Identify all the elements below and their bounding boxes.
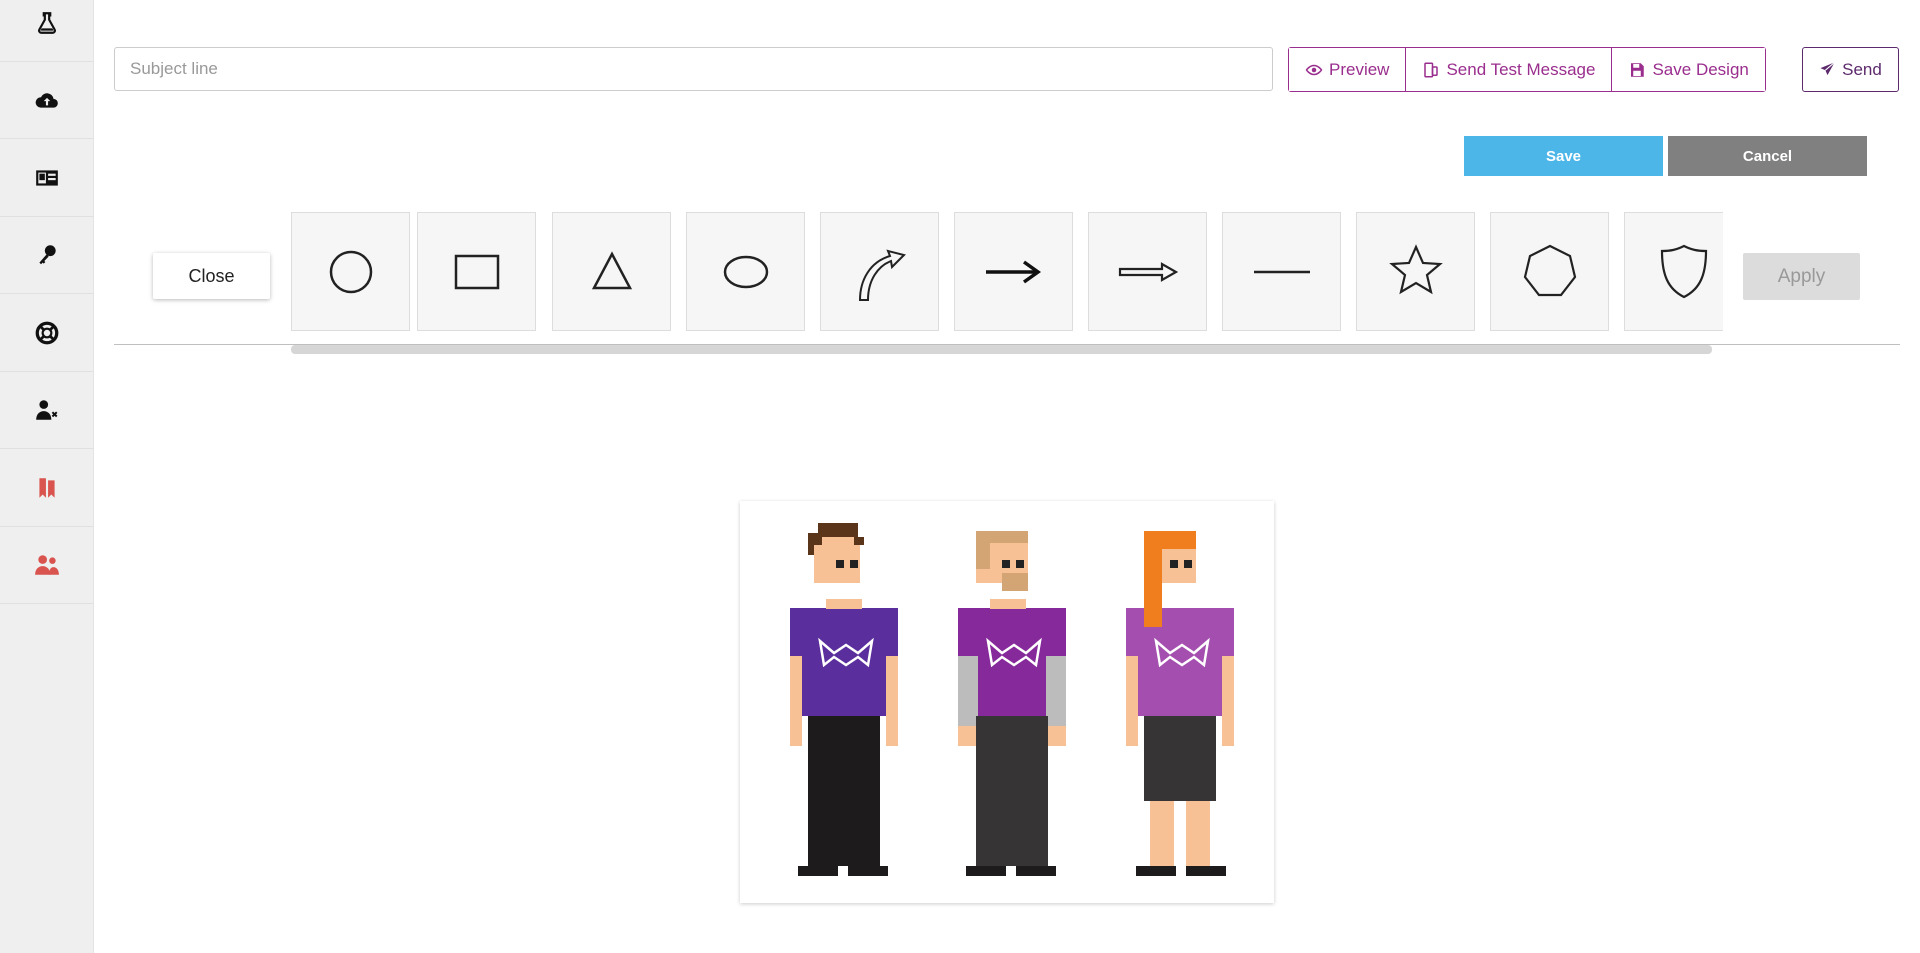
send-test-message-label: Send Test Message [1446,59,1596,79]
send-test-message-button[interactable]: Send Test Message [1405,48,1612,91]
subject-line-input[interactable] [114,47,1273,91]
user-remove-icon [35,399,57,420]
bookmark-icon [38,477,55,498]
rectangle-icon [454,254,499,289]
team-pixel-art-image [790,523,1234,876]
sidebar [0,0,94,953]
apply-label: Apply [1777,265,1826,287]
preview-label: Preview [1329,59,1390,79]
floppy-disk-icon [1631,62,1645,77]
shape-circle-button[interactable] [291,212,410,331]
shape-ellipse-button[interactable] [686,212,805,331]
users-icon [34,554,59,575]
triangle-icon [591,250,632,289]
cancel-button[interactable]: Cancel [1668,136,1867,176]
shape-picker [291,212,1723,336]
shape-double-arrow-button[interactable] [1088,212,1207,331]
shape-heptagon-button[interactable] [1490,212,1609,331]
shape-shield-button[interactable] [1624,212,1723,331]
save-label: Save [1545,147,1582,165]
close-label: Close [188,265,235,286]
shape-triangle-button[interactable] [552,212,671,331]
line-icon [1253,270,1310,273]
arrow-icon [985,260,1041,283]
toolbar-divider [114,344,1900,345]
shape-rectangle-button[interactable] [417,212,536,331]
curved-arrow-icon [858,249,906,301]
star-icon [1388,243,1443,294]
shape-curved-arrow-button[interactable] [820,212,939,331]
id-card-icon [35,169,58,186]
sidebar-item-help[interactable] [0,294,93,372]
sidebar-item-upload[interactable] [0,61,93,139]
preview-button[interactable]: Preview [1289,48,1406,91]
send-button[interactable]: Send [1802,47,1899,92]
sidebar-item-unsubscribe[interactable] [0,371,93,449]
cancel-label: Cancel [1742,147,1793,165]
sidebar-item-bookmarks[interactable] [0,449,93,527]
sidebar-item-users[interactable] [0,526,93,604]
close-button[interactable]: Close [153,253,270,299]
key-icon [38,244,56,264]
save-button[interactable]: Save [1464,136,1663,176]
double-arrow-icon [1118,261,1178,282]
mobile-device-icon [1424,62,1439,77]
cloud-upload-icon [35,92,58,108]
ellipse-icon [723,255,768,288]
lifebuoy-icon [35,321,58,344]
heptagon-icon [1523,244,1576,296]
email-actions-group: Preview Send Test Message Save Design [1288,47,1766,92]
paper-plane-icon [1820,62,1836,76]
send-label: Send [1842,59,1882,79]
shield-icon [1660,244,1707,298]
shape-arrow-button[interactable] [954,212,1073,331]
shape-star-button[interactable] [1356,212,1475,331]
eye-icon [1305,64,1323,75]
circle-icon [329,250,372,293]
email-image-block[interactable] [740,501,1274,903]
sidebar-item-lab[interactable] [0,0,93,62]
save-design-label: Save Design [1652,59,1749,79]
shape-line-button[interactable] [1222,212,1341,331]
apply-button[interactable]: Apply [1743,253,1860,300]
sidebar-item-key[interactable] [0,216,93,294]
save-design-button[interactable]: Save Design [1611,48,1765,91]
shape-picker-scrollbar[interactable] [291,345,1712,354]
sidebar-item-contact-card[interactable] [0,139,93,217]
flask-icon [37,11,56,34]
